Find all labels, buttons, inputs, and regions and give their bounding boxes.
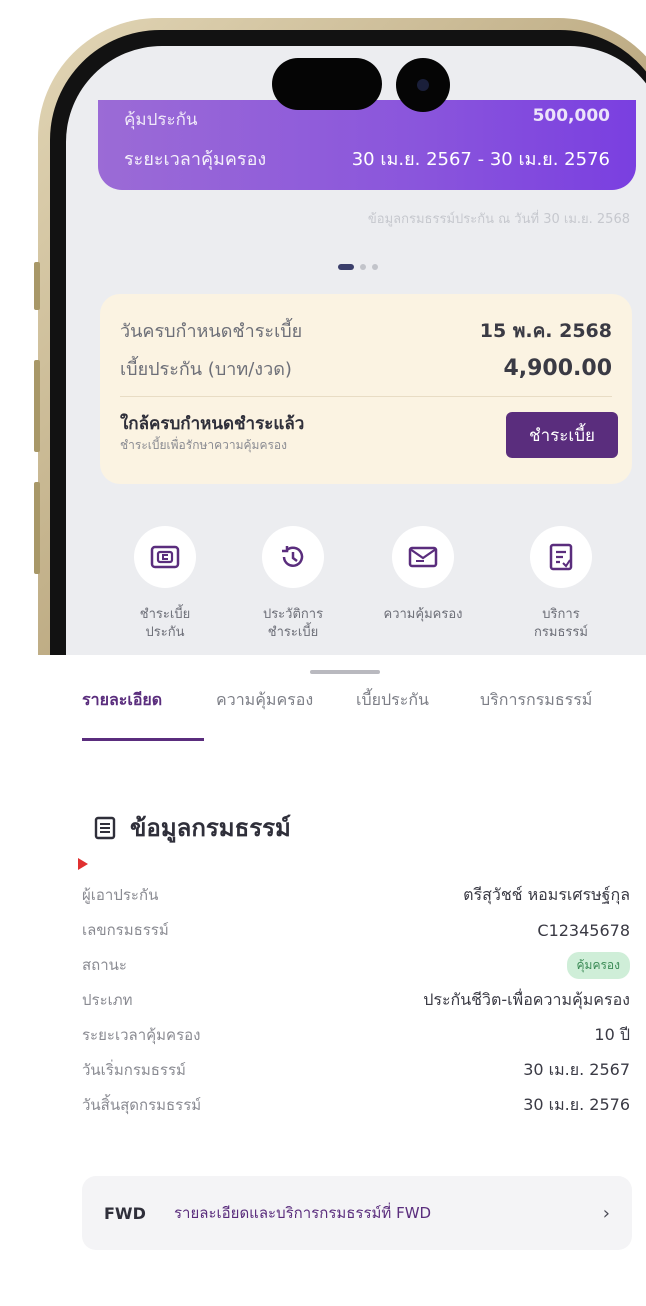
chevron-right-icon: › (602, 1202, 610, 1224)
detail-row: ระยะเวลาคุ้มครอง 10 ปี (82, 1020, 630, 1050)
wallet-icon (134, 526, 196, 588)
mail-icon (392, 526, 454, 588)
tab-details[interactable]: รายละเอียด (82, 688, 162, 713)
detail-row: ผู้เอาประกัน ตรีสุวัชช์ หอมรเศรษฐ์กุล (82, 880, 630, 910)
quick-action-label: ความคุ้มครอง (383, 607, 463, 622)
carousel-dot-active[interactable] (338, 264, 354, 270)
sheet-drag-handle[interactable] (310, 670, 380, 674)
policy-summary-card[interactable]: คุ้มประกัน 500,000 ระยะเวลาคุ้มครอง 30 เ… (98, 100, 636, 190)
quick-action-label: บริการ (542, 607, 580, 622)
quick-action-label: ประกัน (145, 625, 185, 640)
quick-action-coverage[interactable]: ความคุ้มครอง (358, 526, 488, 624)
detail-label: ประเภท (82, 991, 133, 1009)
premium-value: 4,900.00 (503, 356, 612, 381)
divider (120, 396, 612, 397)
coverage-period-value: 30 เม.ย. 2567 - 30 เม.ย. 2576 (351, 149, 610, 170)
data-as-of-note: ข้อมูลกรมธรรม์ประกัน ณ วันที่ 30 เม.ย. 2… (367, 212, 630, 227)
detail-row: วันเริ่มกรมธรรม์ 30 เม.ย. 2567 (82, 1055, 630, 1085)
active-tab-indicator (82, 738, 204, 741)
premium-label: เบี้ยประกัน (บาท/งวด) (120, 359, 292, 380)
front-camera (396, 58, 450, 112)
quick-action-label: กรมธรรม์ (534, 625, 588, 640)
detail-value: ประกันชีวิต-เพื่อความคุ้มครอง (423, 989, 630, 1009)
volume-down-button (34, 482, 40, 574)
detail-value: ตรีสุวัชช์ หอมรเศรษฐ์กุล (463, 884, 630, 904)
detail-label: วันเริ่มกรมธรรม์ (82, 1061, 186, 1079)
section-header: ข้อมูลกรมธรรม์ (94, 808, 291, 847)
quick-action-pay-premium[interactable]: ชำระเบี้ยประกัน (100, 526, 230, 642)
near-due-title: ใกล้ครบกำหนดชำระแล้ว (120, 414, 305, 434)
detail-tabs: รายละเอียด ความคุ้มครอง เบี้ยประกัน บริก… (82, 688, 646, 758)
premium-due-card: วันครบกำหนดชำระเบี้ย 15 พ.ค. 2568 เบี้ยป… (100, 294, 632, 484)
detail-value: 30 เม.ย. 2567 (523, 1059, 630, 1079)
document-icon (530, 526, 592, 588)
sum-insured-label: คุ้มประกัน (124, 110, 198, 130)
quick-action-payment-history[interactable]: ประวัติการชำระเบี้ย (228, 526, 358, 642)
quick-action-policy-services[interactable]: บริการกรมธรรม์ (496, 526, 626, 642)
tab-premium[interactable]: เบี้ยประกัน (356, 688, 429, 713)
status-badge: คุ้มครอง (566, 951, 630, 979)
detail-value: 30 เม.ย. 2576 (523, 1094, 630, 1114)
carousel-indicator[interactable] (338, 264, 378, 270)
carousel-dot[interactable] (360, 264, 366, 270)
quick-action-label: ประวัติการ (262, 607, 324, 622)
detail-row: เลขกรมธรรม์ C12345678 (82, 915, 630, 945)
carousel-dot[interactable] (372, 264, 378, 270)
fwd-policy-services-link[interactable]: FWD รายละเอียดและบริการกรมธรรม์ที่ FWD › (82, 1176, 632, 1250)
list-document-icon (94, 816, 116, 839)
detail-value: 10 ปี (594, 1024, 630, 1044)
dynamic-island (272, 58, 382, 110)
section-title: ข้อมูลกรมธรรม์ (130, 814, 291, 842)
detail-label: ผู้เอาประกัน (82, 886, 159, 904)
detail-value: C12345678 (537, 920, 630, 940)
history-icon (262, 526, 324, 588)
detail-row: ประเภท ประกันชีวิต-เพื่อความคุ้มครอง (82, 985, 630, 1015)
fwd-logo: FWD (104, 1203, 146, 1223)
tab-policy-services[interactable]: บริการกรมธรรม์ (480, 688, 592, 713)
red-marker-icon (78, 858, 88, 870)
quick-action-label: ชำระเบี้ย (139, 607, 191, 622)
due-date-value: 15 พ.ค. 2568 (479, 320, 612, 342)
volume-up-button (34, 360, 40, 452)
mute-switch (34, 262, 40, 310)
detail-label: วันสิ้นสุดกรมธรรม์ (82, 1096, 202, 1114)
coverage-period-label: ระยะเวลาคุ้มครอง (124, 149, 267, 170)
detail-row: สถานะ คุ้มครอง (82, 950, 630, 980)
quick-action-label: ชำระเบี้ย (267, 625, 319, 640)
detail-label: สถานะ (82, 956, 127, 974)
detail-label: ระยะเวลาคุ้มครอง (82, 1026, 201, 1044)
due-date-label: วันครบกำหนดชำระเบี้ย (120, 321, 303, 342)
detail-label: เลขกรมธรรม์ (82, 921, 169, 939)
fwd-link-text: รายละเอียดและบริการกรมธรรม์ที่ FWD (174, 1204, 432, 1222)
pay-premium-button[interactable]: ชำระเบี้ย (506, 412, 618, 458)
near-due-subtitle: ชำระเบี้ยเพื่อรักษาความคุ้มครอง (120, 438, 287, 452)
tab-coverage[interactable]: ความคุ้มครอง (216, 688, 313, 713)
sum-insured-value: 500,000 (532, 106, 610, 126)
detail-row: วันสิ้นสุดกรมธรรม์ 30 เม.ย. 2576 (82, 1090, 630, 1120)
